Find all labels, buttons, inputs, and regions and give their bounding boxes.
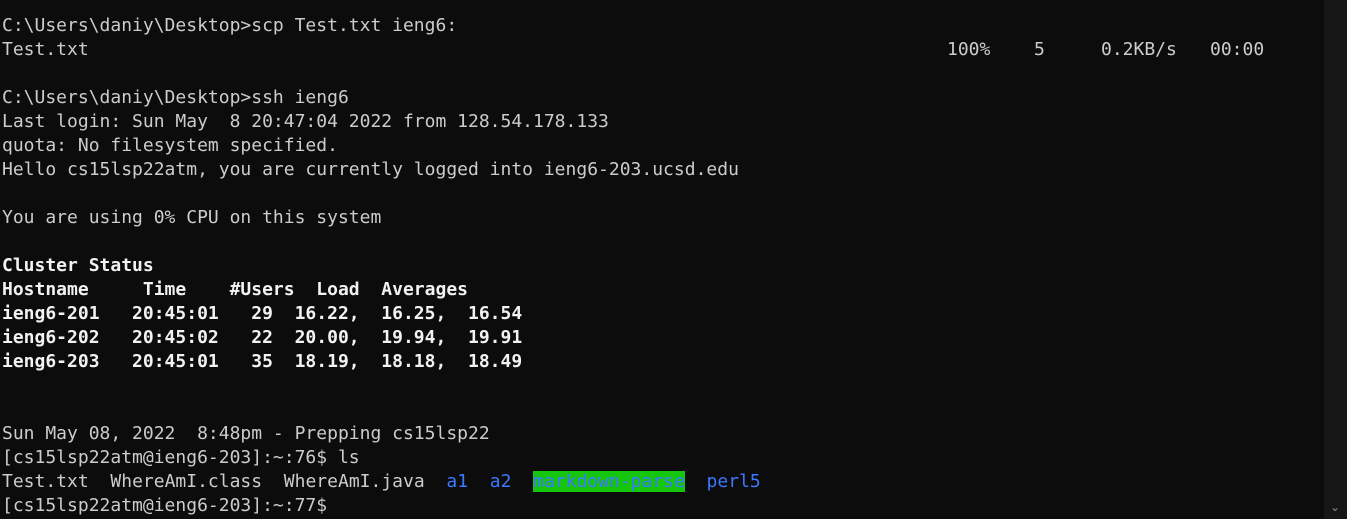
transfer-progress-line: Test.txt 100% 5 0.2KB/s 00:00 (2, 38, 1347, 62)
hello-line: Hello cs15lsp22atm, you are currently lo… (2, 159, 739, 180)
cluster-status-title: Cluster Status (2, 255, 154, 276)
last-login-line: Last login: Sun May 8 20:47:04 2022 from… (2, 111, 609, 132)
quota-line: quota: No filesystem specified. (2, 135, 338, 156)
ls-directory: a2 (489, 471, 512, 492)
transfer-file: Test.txt (2, 39, 89, 60)
cpu-usage-line: You are using 0% CPU on this system (2, 207, 382, 228)
ls-file: WhereAmI.class (110, 471, 263, 492)
vertical-scrollbar[interactable]: ⌄ (1324, 0, 1347, 519)
ls-directory-highlighted: markdown-parse (533, 471, 685, 492)
ls-file: WhereAmI.java (283, 471, 425, 492)
final-prompt-line[interactable]: [cs15lsp22atm@ieng6-203]:~:77$ (2, 494, 1347, 518)
transfer-size: 5 (1034, 39, 1045, 60)
cluster-row: ieng6-203 20:45:01 35 18.19, 18.18, 18.4… (2, 351, 523, 372)
ls-prompt-line: [cs15lsp22atm@ieng6-203]:~:76$ ls (2, 447, 360, 468)
transfer-time: 00:00 (1210, 39, 1265, 60)
scp-command-line: C:\Users\daniy\Desktop>scp Test.txt ieng… (2, 15, 458, 36)
chevron-down-icon[interactable]: ⌄ (1329, 501, 1341, 513)
ls-file: Test.txt (2, 471, 89, 492)
prep-message-line: Sun May 08, 2022 8:48pm - Prepping cs15l… (2, 423, 490, 444)
cluster-row: ieng6-201 20:45:01 29 16.22, 16.25, 16.5… (2, 303, 523, 324)
ls-directory: a1 (446, 471, 469, 492)
cluster-table-header: Hostname Time #Users Load Averages (2, 279, 468, 300)
ls-output-line: Test.txt WhereAmI.class WhereAmI.java a1… (2, 470, 1347, 494)
terminal-window[interactable]: C:\Users\daniy\Desktop>scp Test.txt ieng… (0, 0, 1347, 519)
transfer-rate: 0.2KB/s (1101, 39, 1177, 60)
ssh-command-line: C:\Users\daniy\Desktop>ssh ieng6 (2, 87, 349, 108)
ls-directory: perl5 (706, 471, 761, 492)
transfer-percent: 100% (947, 39, 991, 60)
cluster-row: ieng6-202 20:45:02 22 20.00, 19.94, 19.9… (2, 327, 523, 348)
